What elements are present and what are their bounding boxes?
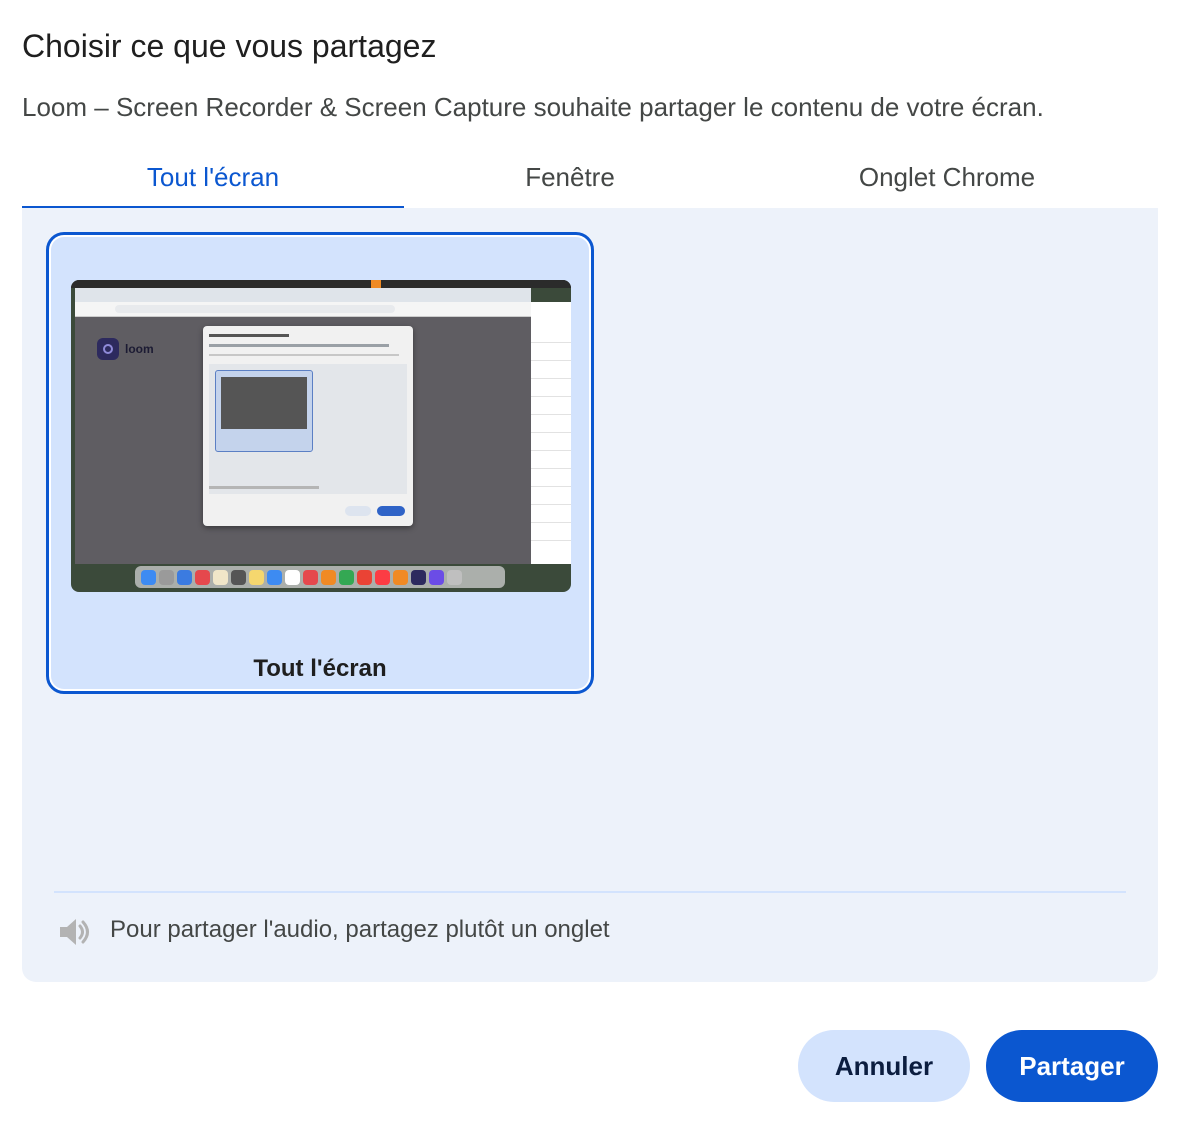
share-button[interactable]: Partager (986, 1030, 1158, 1102)
audio-divider (54, 891, 1126, 893)
audio-hint: Pour partager l'audio, partagez plutôt u… (110, 916, 610, 943)
thumb-browser-window: loom (75, 288, 531, 564)
source-card-entire-screen[interactable]: loom Tout l'écran (46, 232, 594, 694)
loom-logo-icon (97, 338, 119, 360)
thumb-tabstrip (75, 288, 531, 302)
screen-thumbnail: loom (71, 280, 571, 592)
tab-entire-screen[interactable]: Tout l'écran (22, 150, 404, 210)
tab-window[interactable]: Fenêtre (404, 150, 736, 208)
thumb-record-indicator (371, 280, 381, 288)
thumb-url (115, 305, 395, 313)
cancel-button[interactable]: Annuler (798, 1030, 970, 1102)
thumb-dock (135, 566, 505, 588)
source-tabs: Tout l'écran Fenêtre Onglet Chrome (22, 150, 1158, 210)
thumb-background-window (531, 302, 571, 564)
dialog-title: Choisir ce que vous partagez (22, 28, 437, 64)
thumb-logo-text: loom (125, 342, 154, 356)
thumb-share-dialog (203, 326, 413, 526)
sources-panel: loom Tout l'écran Pour partager l'audio,… (22, 208, 1158, 982)
speaker-icon (60, 919, 89, 945)
thumb-menubar (71, 280, 571, 288)
tab-chrome-tab[interactable]: Onglet Chrome (736, 150, 1158, 208)
source-card-label: Tout l'écran (253, 655, 387, 682)
dialog-subtitle: Loom – Screen Recorder & Screen Capture … (22, 92, 1044, 122)
